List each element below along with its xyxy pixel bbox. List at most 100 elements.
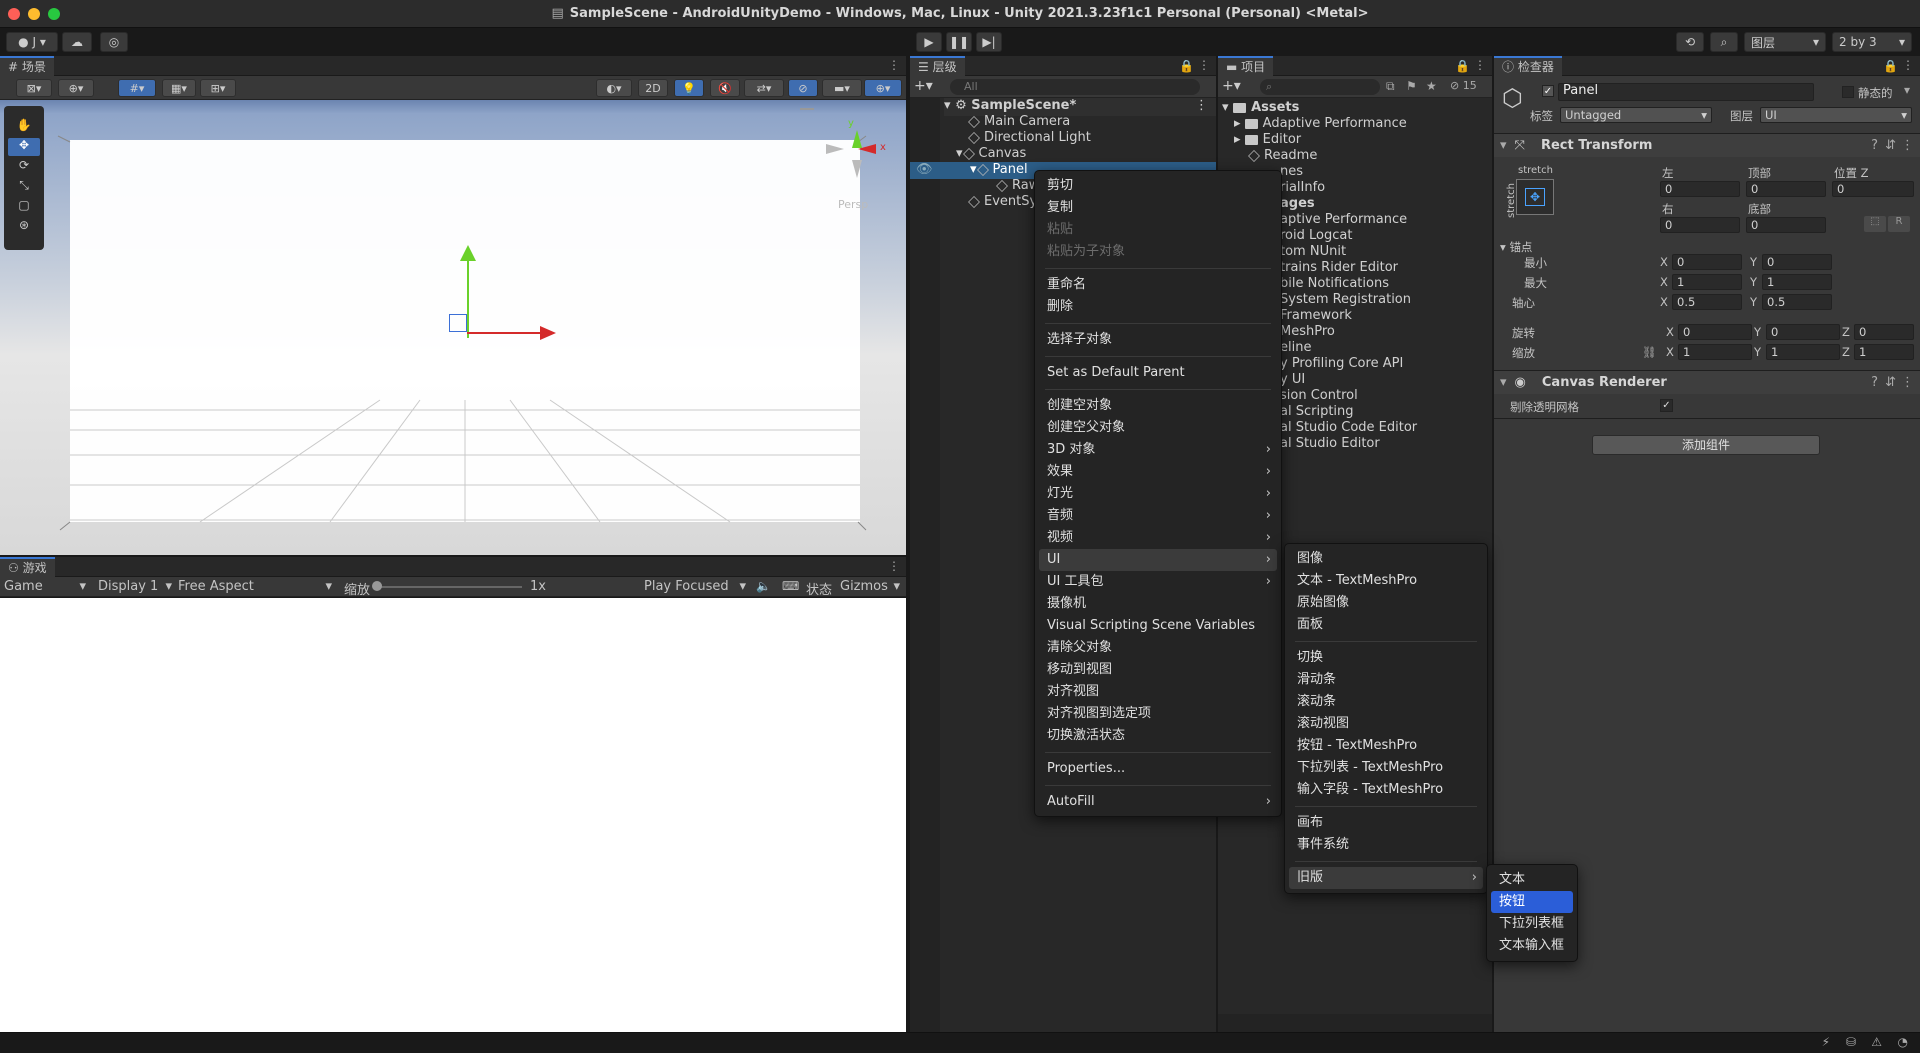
menu-item-cut[interactable]: 剪切 — [1035, 175, 1281, 197]
visibility-toggle[interactable]: ⊘ — [788, 79, 818, 97]
pivot-x-field[interactable]: 0.5 — [1672, 294, 1742, 310]
menu-item-image[interactable]: 图像 — [1285, 548, 1487, 570]
menu-item-canvas[interactable]: 画布 — [1285, 812, 1487, 834]
menu-item-text-tmp[interactable]: 文本 - TextMeshPro — [1285, 570, 1487, 592]
rect-transform-header[interactable]: ▾ ⤧ Rect Transform ? ⇵ ⋮ — [1494, 133, 1920, 157]
right-field[interactable]: 0 — [1660, 217, 1740, 233]
orientation-neg-x-cone[interactable] — [826, 144, 844, 154]
assets-folder[interactable]: ▾ Assets — [1222, 100, 1299, 115]
menu-item-autofill[interactable]: AutoFill › — [1035, 791, 1281, 813]
snap-toggle[interactable]: #▾ — [118, 79, 156, 97]
scale-slider-handle[interactable] — [372, 581, 382, 591]
anchor-min-y-field[interactable]: 0 — [1762, 254, 1832, 270]
game-viewport[interactable] — [0, 598, 906, 1032]
display-dropdown[interactable]: Display 1 ▾ — [98, 579, 174, 594]
projection-label[interactable]: Persp — [838, 198, 868, 211]
orientation-x-cone[interactable] — [858, 144, 876, 154]
visibility-eye-icon[interactable]: 👁 — [916, 162, 933, 177]
audio-toggle[interactable]: 🔇 — [710, 79, 740, 97]
move-tool-icon[interactable]: ✥ — [8, 138, 40, 156]
scene-viewport[interactable]: y x Persp — [0, 100, 906, 555]
list-item[interactable]: aptive Performance — [1280, 212, 1407, 227]
menu-item-video[interactable]: 视频 › — [1035, 527, 1281, 549]
cache-server-icon[interactable]: ⛁ — [1846, 1035, 1856, 1049]
pivot-y-field[interactable]: 0.5 — [1762, 294, 1832, 310]
layers-dropdown[interactable]: 图层 ▾ — [1744, 32, 1826, 52]
project-search-input[interactable]: ⌕ — [1260, 79, 1380, 95]
rotation-z-field[interactable]: 0 — [1854, 324, 1914, 340]
lighting-toggle[interactable]: 💡 — [674, 79, 704, 97]
draw-mode-dropdown[interactable]: ⊠▾ — [16, 79, 52, 97]
canvas-renderer-header[interactable]: ▾ ◉ Canvas Renderer ? ⇵ ⋮ — [1494, 370, 1920, 394]
history-icon[interactable]: ⟲ — [1676, 32, 1704, 52]
hidden-packages-toggle[interactable]: ⊘ 15 — [1450, 79, 1477, 92]
gizmo-y-axis[interactable] — [467, 258, 469, 338]
list-item[interactable]: trains Rider Editor — [1280, 260, 1398, 275]
menu-item-effects[interactable]: 效果 › — [1035, 461, 1281, 483]
more-options-icon[interactable]: ⋮ — [1198, 58, 1210, 72]
constrain-proportions-icon[interactable]: ⛓ — [1642, 345, 1657, 359]
layer-dropdown[interactable]: UI ▾ — [1760, 107, 1912, 123]
object-name-field[interactable]: Panel — [1558, 83, 1814, 101]
menu-item-create-empty[interactable]: 创建空对象 — [1035, 395, 1281, 417]
list-item[interactable]: Readme — [1248, 148, 1317, 163]
menu-item-legacy-text[interactable]: 文本 — [1487, 869, 1577, 891]
list-item[interactable]: Main Camera — [968, 114, 1070, 129]
scale-y-field[interactable]: 1 — [1766, 344, 1840, 360]
menu-item-set-default-parent[interactable]: Set as Default Parent — [1035, 362, 1281, 384]
gizmo-xy-plane-handle[interactable] — [449, 314, 467, 332]
raw-edit-button[interactable]: R — [1888, 216, 1910, 232]
menu-item-legacy[interactable]: 旧版 › — [1289, 867, 1483, 889]
add-component-button[interactable]: 添加组件 — [1592, 435, 1820, 455]
favorites-icon[interactable]: ★ — [1426, 79, 1437, 93]
more-options-icon[interactable]: ⋮ — [1474, 58, 1486, 72]
lock-icon[interactable]: 🔒 — [1883, 59, 1898, 73]
list-item[interactable]: System Registration — [1280, 292, 1411, 307]
menu-item-slider[interactable]: 滑动条 — [1285, 669, 1487, 691]
grid-snap-dropdown[interactable]: ▦▾ — [162, 79, 196, 97]
list-item[interactable]: ▸ Adaptive Performance — [1234, 116, 1407, 131]
menu-item-select-children[interactable]: 选择子对象 — [1035, 329, 1281, 351]
scale-x-field[interactable]: 1 — [1678, 344, 1752, 360]
list-item[interactable]: Directional Light — [968, 130, 1091, 145]
menu-item-raw-image[interactable]: 原始图像 — [1285, 592, 1487, 614]
menu-item-panel[interactable]: 面板 — [1285, 614, 1487, 636]
list-item[interactable]: nes — [1280, 164, 1303, 179]
help-icon[interactable]: ? — [1871, 138, 1878, 153]
menu-item-scroll-view[interactable]: 滚动视图 — [1285, 713, 1487, 735]
blueprint-mode-button[interactable]: ⬚ — [1864, 216, 1886, 232]
list-item[interactable]: Raw — [996, 178, 1039, 193]
mute-audio-icon[interactable]: 🔈 — [756, 579, 771, 593]
camera-dropdown[interactable]: ▬▾ — [822, 79, 862, 97]
list-item[interactable]: tom NUnit — [1280, 244, 1346, 259]
menu-item-button-tmp[interactable]: 按钮 - TextMeshPro — [1285, 735, 1487, 757]
more-options-icon[interactable]: ⋮ — [888, 58, 900, 72]
gizmo-x-arrow[interactable] — [540, 326, 556, 340]
menu-item-legacy-dropdown[interactable]: 下拉列表框 — [1487, 913, 1577, 935]
gizmo-y-arrow[interactable] — [460, 245, 476, 261]
menu-item-copy[interactable]: 复制 — [1035, 197, 1281, 219]
menu-item-rename[interactable]: 重命名 — [1035, 274, 1281, 296]
menu-item-properties[interactable]: Properties... — [1035, 758, 1281, 780]
menu-item-toggle-active[interactable]: 切换激活状态 — [1035, 725, 1281, 747]
aspect-dropdown[interactable]: Free Aspect ▾ — [178, 579, 334, 594]
step-button[interactable]: ▶| — [976, 32, 1002, 52]
menu-item-toggle[interactable]: 切换 — [1285, 647, 1487, 669]
list-item[interactable]: roid Logcat — [1280, 228, 1352, 243]
keyboard-icon[interactable]: ⌨ — [782, 579, 799, 593]
preset-icon[interactable]: ⇵ — [1885, 375, 1896, 390]
scene-menu-icon[interactable]: ⋮ — [1195, 98, 1208, 113]
chevron-down-icon[interactable]: ▾ — [1904, 83, 1910, 97]
rotation-y-field[interactable]: 0 — [1766, 324, 1840, 340]
menu-item-light[interactable]: 灯光 › — [1035, 483, 1281, 505]
rotate-tool-icon[interactable]: ⟳ — [8, 158, 40, 176]
menu-item-camera[interactable]: 摄像机 — [1035, 593, 1281, 615]
list-item[interactable]: rialInfo — [1280, 180, 1325, 195]
tab-hierarchy[interactable]: ☰ 层级 — [910, 55, 965, 76]
anchor-preset-button[interactable]: ✥ — [1516, 179, 1554, 215]
tab-scene[interactable]: # 场景 — [0, 55, 54, 76]
menu-item-align-view-to-selected[interactable]: 对齐视图到选定项 — [1035, 703, 1281, 725]
help-icon[interactable]: ? — [1871, 375, 1878, 390]
list-item[interactable]: al Studio Code Editor — [1280, 420, 1417, 435]
auto-generate-lighting-icon[interactable]: ⚡ — [1822, 1035, 1830, 1049]
